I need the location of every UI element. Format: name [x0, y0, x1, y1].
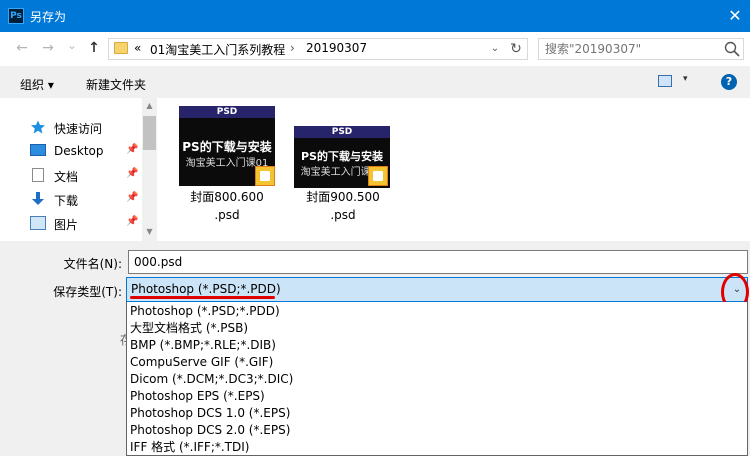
file-thumbnail: PSD PS的下载与安装 淘宝美工入门课01 [294, 126, 390, 188]
file-type-value: Photoshop (*.PSD;*.PDD) [131, 282, 281, 296]
pin-icon[interactable]: 📌 [126, 168, 138, 179]
sidebar-item-quick-access[interactable]: 快速访问 [30, 116, 142, 138]
dropdown-option[interactable]: Photoshop (*.PSD;*.PDD) [130, 303, 280, 320]
breadcrumb-item-series[interactable]: 01淘宝美工入门系列教程 [150, 41, 285, 58]
pin-icon[interactable]: 📌 [126, 216, 138, 227]
dropdown-option[interactable]: 大型文档格式 (*.PSB) [130, 320, 248, 337]
file-type-dropdown-list[interactable]: Photoshop (*.PSD;*.PDD) 大型文档格式 (*.PSB) B… [126, 302, 748, 456]
photoshop-app-icon: Ps [8, 8, 24, 24]
annotation-underline [130, 296, 275, 299]
view-dropdown-icon[interactable]: ▾ [683, 74, 688, 84]
sidebar-item-label: 图片 [54, 218, 79, 232]
file-extension: .psd [330, 208, 356, 222]
sidebar-item-pictures[interactable]: 图片 📌 [30, 212, 142, 234]
file-extension: .psd [214, 208, 240, 222]
thumbnail-band: PSD [179, 106, 275, 118]
scrollbar-thumb[interactable] [143, 116, 156, 150]
dropdown-option[interactable]: Photoshop DCS 2.0 (*.EPS) [130, 422, 290, 439]
title-bar[interactable] [0, 0, 750, 32]
up-folder-icon[interactable]: ↑ [84, 38, 104, 58]
search-icon[interactable] [723, 40, 741, 58]
file-thumbnail: PSD PS的下载与安装 淘宝美工入门课01 [179, 106, 275, 186]
file-item[interactable]: PSD PS的下载与安装 淘宝美工入门课01 封面800.600 .psd [175, 104, 285, 224]
star-icon [31, 120, 45, 134]
sidebar-item-label: 快速访问 [54, 122, 103, 136]
sidebar-item-label: 文档 [54, 170, 79, 184]
file-name: 封面900.500 [306, 190, 380, 204]
forward-arrow-icon[interactable]: → [38, 38, 58, 58]
view-mode-icon[interactable] [658, 75, 672, 87]
dropdown-option[interactable]: Photoshop DCS 1.0 (*.EPS) [130, 405, 290, 422]
sidebar-item-downloads[interactable]: 下载 📌 [30, 188, 142, 210]
back-arrow-icon[interactable]: ← [12, 38, 32, 58]
refresh-icon[interactable]: ↻ [507, 39, 525, 59]
ps-badge-icon [255, 166, 275, 186]
pin-icon[interactable]: 📌 [126, 144, 138, 155]
search-input[interactable] [545, 41, 715, 57]
dropdown-option[interactable]: Dicom (*.DCM;*.DC3;*.DIC) [130, 371, 293, 388]
organize-button[interactable]: 组织 ▾ [20, 76, 54, 93]
pin-icon[interactable]: 📌 [126, 192, 138, 203]
pictures-icon [30, 216, 46, 230]
document-icon [32, 168, 44, 182]
ps-badge-icon [368, 166, 388, 186]
dropdown-option[interactable]: IFF 格式 (*.IFF;*.TDI) [130, 439, 249, 455]
file-name: 封面800.600 [190, 190, 264, 204]
recent-locations-icon[interactable]: ⌄ [62, 36, 82, 56]
dropdown-option[interactable]: BMP (*.BMP;*.RLE;*.DIB) [130, 337, 276, 354]
breadcrumb-item-date[interactable]: 20190307 [306, 41, 367, 55]
new-folder-button[interactable]: 新建文件夹 [86, 76, 146, 93]
thumbnail-band: PSD [294, 126, 390, 138]
breadcrumb-overflow[interactable]: « [134, 41, 141, 55]
dropdown-option[interactable]: Photoshop EPS (*.EPS) [130, 388, 265, 405]
help-icon[interactable]: ? [721, 74, 737, 90]
file-item[interactable]: PSD PS的下载与安装 淘宝美工入门课01 封面900.500 .psd [290, 104, 400, 224]
download-icon [32, 192, 44, 205]
file-type-label: 保存类型(T): [53, 285, 122, 299]
scroll-up-icon[interactable]: ▲ [142, 100, 157, 112]
sidebar-item-label: Desktop [54, 144, 104, 158]
desktop-icon [30, 144, 46, 156]
thumbnail-title: PS的下载与安装 [301, 150, 383, 163]
thumbnail-title: PS的下载与安装 [182, 140, 272, 154]
sidebar-item-label: 下载 [54, 194, 79, 208]
sidebar-item-desktop[interactable]: Desktop 📌 [30, 140, 142, 162]
sidebar-item-documents[interactable]: 文档 📌 [30, 164, 142, 186]
folder-icon [114, 42, 128, 54]
filename-input[interactable] [128, 250, 748, 274]
breadcrumb-separator-icon[interactable]: › [290, 41, 295, 55]
close-button[interactable]: ✕ [720, 0, 750, 32]
dropdown-option[interactable]: CompuServe GIF (*.GIF) [130, 354, 273, 371]
filename-label: 文件名(N): [63, 257, 122, 271]
window-title: 另存为 [30, 10, 67, 24]
scroll-down-icon[interactable]: ▼ [142, 226, 157, 238]
address-dropdown-icon[interactable]: ⌄ [486, 39, 504, 59]
